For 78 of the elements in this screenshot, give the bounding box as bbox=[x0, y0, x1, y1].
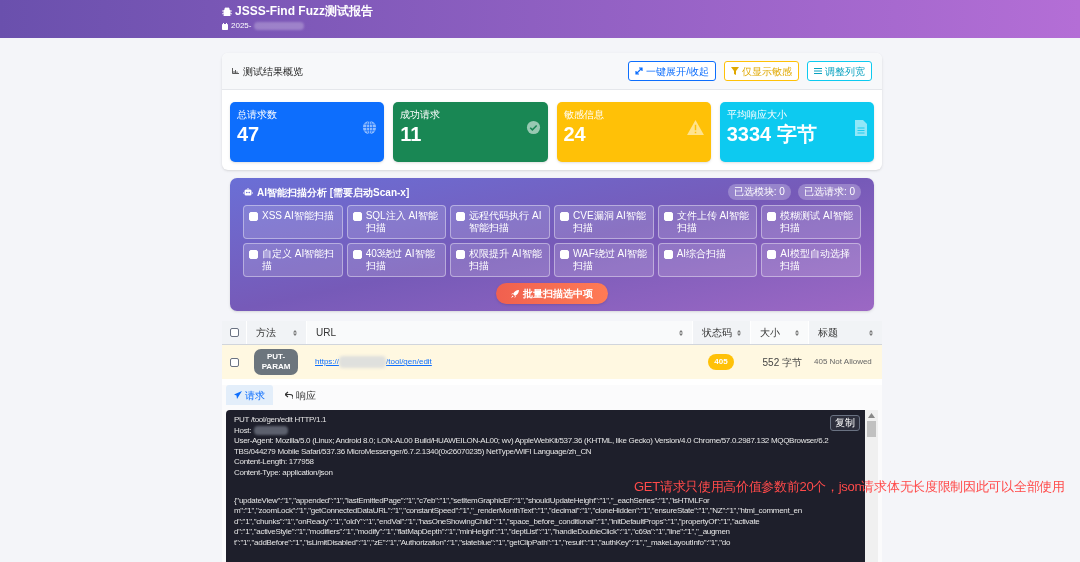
scan-module-option[interactable]: WAF绕过 AI智能扫描 bbox=[554, 243, 654, 277]
code-line: Content-Type: application/json bbox=[234, 467, 333, 479]
code-line: d":"1","activeStyle":"1","modifiers":"1","modify":"1","flatMapDepth":"1","minHeight":"1","deptList":"1","handleDoubleClick":"1","c69a":"1","line":"1","_augmen bbox=[234, 527, 730, 538]
code-line: PUT /tool/gen/edit HTTP/1.1 bbox=[234, 415, 327, 426]
status-badge: 405 bbox=[708, 354, 734, 370]
scan-module-option[interactable]: AI综合扫描 bbox=[657, 243, 758, 277]
title-cell: 405 Not Allowed bbox=[814, 357, 872, 366]
copy-button[interactable]: 复制 bbox=[830, 415, 860, 431]
globe-icon bbox=[362, 120, 378, 135]
sort-icon bbox=[869, 329, 873, 336]
code-line: Content-Length: 177958 bbox=[234, 457, 314, 468]
code-line: TBS/044279 Mobile Safari/537.36 MicroMessenger/6.7.2.1340(0x26070235) NetType/WIFI Language/zh_CN bbox=[234, 446, 592, 458]
blurred-region bbox=[254, 22, 305, 30]
blurred-region bbox=[339, 356, 386, 368]
ai-panel-title: AI智能扫描分析 [需要启动Scan-x] bbox=[257, 185, 410, 200]
stat-label: 成功请求 bbox=[400, 108, 441, 121]
code-line: {"updateView":"1","appended":"1","lastEmittedPage":"1","c7eb":"1","setItemGraphicEl":"1","shouldUpdateHeight":"1","_eachSeries":"1","isHTMLFor bbox=[234, 495, 710, 507]
checkbox[interactable] bbox=[229, 328, 239, 337]
code-line: User-Agent: Mozilla/5.0 (Linux; Android 8.0; LON-AL00 Build/HUAWEILON-AL00; wv) AppleWebKit/537.36 (KHTML, like Gecko) Version/4.0 Chrome/57.0.2987.132 MQQBrowser/6.2 bbox=[234, 436, 829, 447]
detail-tab[interactable]: 响应 bbox=[277, 385, 324, 405]
scan-module-option[interactable]: 权限提升 AI智能扫描 bbox=[450, 243, 550, 277]
url-link[interactable]: https:// bbox=[315, 356, 339, 368]
count-badge: 已选请求: 0 bbox=[797, 184, 861, 200]
checkbox[interactable] bbox=[229, 357, 239, 367]
overview-title: 测试结果概览 bbox=[243, 64, 303, 79]
sort-icon bbox=[679, 329, 683, 336]
robot-icon bbox=[243, 188, 253, 196]
chart-icon bbox=[232, 68, 239, 74]
sort-icon bbox=[293, 329, 297, 336]
stat-value: 24 bbox=[563, 122, 587, 147]
stat-label: 敏感信息 bbox=[563, 108, 604, 121]
report-date: 2025- bbox=[231, 20, 252, 32]
code-line: m":"1","zoomLock":"1","getConnectedDataURL":"1","constantSpeed":"1","_renderMonthText":"1","decimal":"1","cloneHidden":"1","ensureState":"1","NZ":"1","html_comment_en bbox=[234, 506, 802, 517]
scrollbar-thumb[interactable] bbox=[867, 421, 876, 437]
count-badge: 已选模块: 0 bbox=[727, 184, 791, 200]
check-circle-icon bbox=[525, 120, 541, 135]
sort-icon bbox=[795, 329, 799, 336]
column-header[interactable]: URL bbox=[306, 321, 692, 344]
scan-module-option[interactable]: XSS AI智能扫描 bbox=[243, 205, 343, 239]
bug-icon bbox=[222, 6, 232, 16]
filter-icon bbox=[731, 67, 739, 75]
stat-label: 平均响应大小 bbox=[726, 108, 788, 121]
code-line: d":"1","chunks":"1","onReady":"1","oldY":"1","endVal":"1","hasOneShowingChild":"1","space_before_conditional":"1","initDefaultProps":"1","propertyOf":"1","activate bbox=[234, 516, 760, 528]
expand-arrows-icon bbox=[635, 67, 644, 75]
code-line: t":"1","addBefore":"1","isLimitDisabled":"1","zE":"1","Authorization":"1","slateblue":"1","getClipPath":"1","result":"1","authKey":"1","_makeLayoutInfo":"1","do bbox=[234, 537, 731, 549]
scan-module-option[interactable]: CVE漏洞 AI智能扫描 bbox=[554, 205, 654, 239]
scroll-up-icon[interactable] bbox=[868, 413, 875, 418]
document-icon bbox=[855, 120, 867, 136]
paper-plane-icon bbox=[234, 391, 242, 399]
stat-value: 47 bbox=[237, 122, 261, 147]
warning-icon bbox=[686, 120, 704, 135]
toolbar-button[interactable]: 仅显示敏感 bbox=[724, 61, 799, 81]
sort-icon bbox=[737, 329, 741, 336]
code-line: Host: bbox=[234, 425, 252, 437]
size-cell: 552 字节 bbox=[762, 356, 802, 368]
batch-scan-button[interactable]: 批量扫描选中项 bbox=[496, 283, 608, 304]
url-link[interactable]: /tool/gen/edit bbox=[386, 356, 432, 368]
scan-module-option[interactable]: SQL注入 AI智能扫描 bbox=[346, 205, 447, 239]
toolbar-button[interactable]: 调整列宽 bbox=[807, 61, 872, 81]
reply-arrow-icon bbox=[285, 391, 293, 399]
toolbar-button[interactable]: 一键展开/收起 bbox=[628, 61, 716, 81]
scan-module-option[interactable]: 模糊测试 AI智能扫描 bbox=[761, 205, 861, 239]
scan-module-option[interactable]: 远程代码执行 AI智能扫描 bbox=[450, 205, 550, 239]
stat-value: 11 bbox=[400, 122, 423, 147]
rocket-icon bbox=[511, 289, 519, 298]
column-header[interactable]: 大小 bbox=[750, 321, 808, 344]
report-title: JSSS-Find Fuzz测试报告 bbox=[235, 3, 373, 19]
scan-module-option[interactable]: 403绕过 AI智能扫描 bbox=[346, 243, 447, 277]
result-row[interactable]: PUT-PARAM https:// /tool/gen/edit 405 552 字节 405 Not Allowed bbox=[222, 345, 882, 379]
scan-module-option[interactable]: 自定义 AI智能扫描 bbox=[243, 243, 343, 277]
stat-label: 总请求数 bbox=[237, 108, 277, 121]
calendar-icon bbox=[222, 22, 228, 30]
stat-value: 3334 字节 bbox=[726, 122, 817, 147]
detail-tab[interactable]: 请求 bbox=[226, 385, 273, 405]
scan-module-option[interactable]: AI模型自动选择扫描 bbox=[761, 243, 861, 277]
scan-module-option[interactable]: 文件上传 AI智能扫描 bbox=[657, 205, 758, 239]
method-badge: PUT-PARAM bbox=[254, 349, 298, 375]
blurred-region bbox=[254, 426, 289, 436]
